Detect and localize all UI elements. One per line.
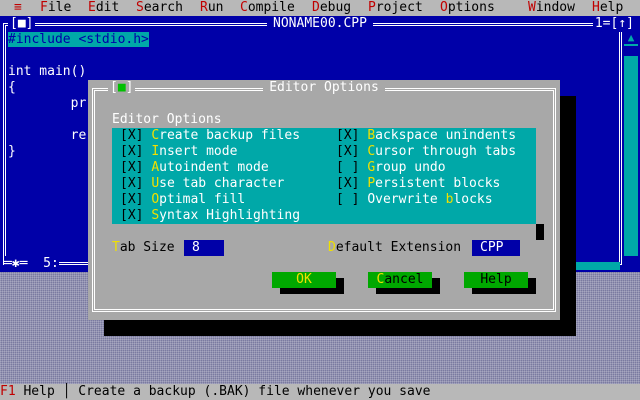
checkbox-backspace-unindents[interactable]: [X] Backspace unindents [336, 128, 516, 144]
editor-zoom-button[interactable]: 1=[↑] [592, 16, 636, 32]
menu-compile[interactable]: Compile [240, 0, 295, 16]
menu-file[interactable]: File [40, 0, 71, 16]
checkbox-overwrite-blocks[interactable]: [ ] Overwrite blocks [336, 192, 493, 208]
tab-size-input[interactable]: 8 [184, 240, 224, 256]
checkbox-group-undo[interactable]: [ ] Group undo [336, 160, 446, 176]
editor-title: NONAME00.CPP [0, 16, 640, 32]
scroll-up-arrow-icon[interactable]: ▲ [624, 32, 638, 44]
checkbox-autoindent[interactable]: [X] Autoindent mode [120, 160, 269, 176]
editor-options-dialog: Editor Options [■] Editor Options [X] Cr… [88, 80, 560, 320]
checkbox-insert-mode[interactable]: [X] Insert mode [120, 144, 237, 160]
checkbox-syntax-highlighting[interactable]: [X] Syntax Highlighting [120, 208, 300, 224]
menu-project[interactable]: Project [368, 0, 423, 16]
menu-debug[interactable]: Debug [312, 0, 351, 16]
checkbox-group-shadow [536, 224, 544, 240]
cursor-position: ═✱═ 5: [4, 256, 59, 272]
checkbox-use-tab[interactable]: [X] Use tab character [120, 176, 284, 192]
status-separator: │ [54, 384, 79, 399]
menu-search[interactable]: Search [136, 0, 183, 16]
cancel-button[interactable]: Cancel [368, 272, 432, 288]
menu-help[interactable]: Help [592, 0, 623, 16]
menu-bar: ≡ File Edit Search Run Compile Debug Pro… [0, 0, 640, 16]
status-hint: Create a backup (.BAK) file whenever you… [78, 384, 431, 399]
code-line[interactable]: pr [8, 96, 87, 112]
system-menu-icon[interactable]: ≡ [14, 0, 22, 16]
code-line[interactable]: } [8, 144, 16, 160]
code-line[interactable]: int main() [8, 64, 86, 80]
scroll-thumb[interactable] [624, 46, 638, 56]
menu-run[interactable]: Run [200, 0, 223, 16]
f1-help-label[interactable]: Help [16, 384, 54, 399]
code-line[interactable]: #include <stdio.h> [8, 32, 149, 48]
menu-edit[interactable]: Edit [88, 0, 119, 16]
checkbox-persistent-blocks[interactable]: [X] Persistent blocks [336, 176, 500, 192]
editor-close-button[interactable]: [■] [8, 16, 36, 32]
help-button[interactable]: Help [464, 272, 528, 288]
menu-options[interactable]: Options [440, 0, 495, 16]
checkbox-optimal-fill[interactable]: [X] Optimal fill [120, 192, 245, 208]
dialog-title: Editor Options [88, 80, 560, 96]
dialog-close-button[interactable]: [■] [108, 80, 136, 96]
default-extension-input[interactable]: CPP [472, 240, 520, 256]
checkbox-create-backup[interactable]: [X] Create backup files [120, 128, 300, 144]
default-extension-label: Default Extension [328, 240, 462, 255]
tab-size-label: Tab Size [112, 240, 175, 255]
group-label: Editor Options [112, 112, 222, 127]
checkbox-group: [X] Create backup files [X] Insert mode … [112, 128, 536, 224]
code-line[interactable]: re [8, 128, 87, 144]
code-line[interactable]: { [8, 80, 16, 96]
status-line: F1 Help │ Create a backup (.BAK) file wh… [0, 384, 640, 400]
ok-button[interactable]: OK [272, 272, 336, 288]
checkbox-cursor-through-tabs[interactable]: [X] Cursor through tabs [336, 144, 516, 160]
vertical-scrollbar[interactable] [624, 32, 638, 256]
menu-window[interactable]: Window [528, 0, 575, 16]
f1-key[interactable]: F1 [0, 384, 16, 399]
